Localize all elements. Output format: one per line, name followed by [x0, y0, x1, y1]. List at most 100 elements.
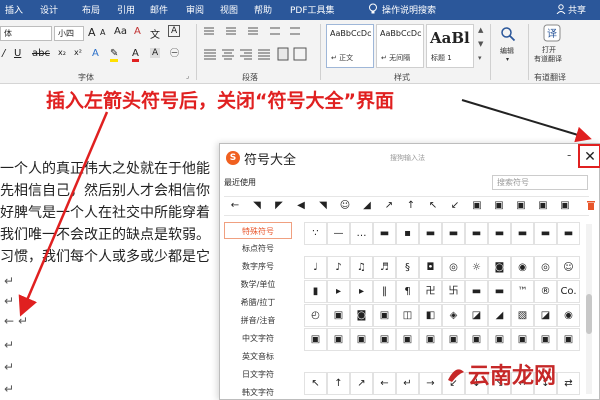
symbol-cell[interactable]: ♬ — [373, 256, 396, 279]
recent-symbol[interactable]: ◀ — [292, 197, 310, 215]
recent-symbol[interactable]: ← — [226, 197, 244, 215]
minimize-button[interactable]: - — [567, 148, 571, 162]
editing-label[interactable]: 编辑 — [500, 46, 514, 56]
symbol-cell[interactable]: ▣ — [350, 328, 373, 351]
symbol-cell[interactable]: ▬ — [465, 280, 488, 303]
recent-symbol[interactable]: ↙ — [446, 197, 464, 215]
highlight-button[interactable]: ✎ — [110, 48, 119, 62]
subscript-button[interactable]: x₂ — [58, 48, 66, 57]
category-item[interactable]: 日文字符 — [224, 366, 292, 383]
symbol-cell[interactable]: ▣ — [534, 328, 557, 351]
symbol-cell[interactable]: ▬ — [419, 222, 442, 245]
symbol-cell[interactable]: § — [396, 256, 419, 279]
search-icon[interactable] — [500, 26, 516, 42]
char-shading-button[interactable]: A — [150, 48, 161, 58]
shrink-font-button[interactable]: A — [100, 28, 105, 37]
symbol-cell[interactable]: 卍 — [419, 280, 442, 303]
dialog-title-bar[interactable]: S 符号大全 搜狗输入法 - ✕ — [220, 144, 599, 172]
font-dialog-launcher-icon[interactable]: ⌟ — [186, 72, 189, 80]
symbol-cell[interactable]: ⇄ — [557, 372, 580, 395]
symbol-cell[interactable]: ▣ — [419, 328, 442, 351]
symbol-search-input[interactable]: 搜索符号 — [492, 175, 588, 190]
symbol-cell[interactable]: ▣ — [396, 328, 419, 351]
symbol-cell[interactable]: ☼ — [465, 256, 488, 279]
scrollbar-thumb[interactable] — [586, 294, 592, 334]
symbol-cell[interactable]: ♪ — [327, 256, 350, 279]
symbol-cell[interactable]: ▬ — [511, 222, 534, 245]
symbol-cell[interactable]: ◪ — [534, 304, 557, 327]
symbol-cell[interactable]: ▣ — [511, 328, 534, 351]
tab-design[interactable]: 设计 — [40, 3, 58, 16]
symbol-cell[interactable]: → — [419, 372, 442, 395]
symbol-cell[interactable]: ▣ — [327, 304, 350, 327]
trash-icon[interactable] — [587, 200, 595, 210]
recent-symbol[interactable]: ◢ — [358, 197, 376, 215]
symbol-cell[interactable]: ™ — [511, 280, 534, 303]
tab-insert[interactable]: 插入 — [5, 3, 23, 16]
tab-help[interactable]: 帮助 — [254, 3, 272, 16]
recent-symbol[interactable]: ◥ — [248, 197, 266, 215]
paragraph-tools-icon[interactable] — [202, 24, 310, 68]
symbol-cell[interactable]: ◎ — [534, 256, 557, 279]
symbol-cell[interactable]: ∵ — [304, 222, 327, 245]
symbol-cell[interactable]: ◘ — [419, 256, 442, 279]
symbol-cell[interactable]: ▣ — [373, 328, 396, 351]
phonetic-guide-button[interactable]: 文 — [150, 26, 160, 41]
symbol-cell[interactable]: ‖ — [373, 280, 396, 303]
symbol-cell[interactable]: ◴ — [304, 304, 327, 327]
symbol-cell[interactable]: ◢ — [488, 304, 511, 327]
font-size-select[interactable]: 小四 — [54, 26, 84, 41]
symbol-cell[interactable]: ▣ — [442, 328, 465, 351]
recent-symbol[interactable]: ◤ — [270, 197, 288, 215]
strikethrough-button[interactable]: abc — [32, 48, 50, 59]
symbol-cell[interactable]: ↖ — [304, 372, 327, 395]
symbol-cell[interactable]: ◙ — [350, 304, 373, 327]
symbol-cell[interactable]: ← — [373, 372, 396, 395]
share-button[interactable]: 共享 — [568, 3, 586, 16]
symbol-cell[interactable]: ↑ — [327, 372, 350, 395]
tab-references[interactable]: 引用 — [117, 3, 135, 16]
underline-button[interactable]: U — [14, 48, 21, 59]
italic-button[interactable]: / — [2, 48, 5, 59]
symbol-cell[interactable]: ▮ — [304, 280, 327, 303]
symbol-cell[interactable]: ▸ — [327, 280, 350, 303]
category-item[interactable]: 拼音/注音 — [224, 312, 292, 329]
symbol-cell[interactable]: ▣ — [304, 328, 327, 351]
symbol-cell[interactable]: ▣ — [488, 328, 511, 351]
symbol-cell[interactable]: 卐 — [442, 280, 465, 303]
symbol-cell[interactable]: ♫ — [350, 256, 373, 279]
symbol-cell[interactable]: ◙ — [488, 256, 511, 279]
style-no-spacing[interactable]: AaBbCcDc ↵ 无间隔 — [376, 24, 424, 68]
symbol-cell[interactable]: ▬ — [488, 280, 511, 303]
symbol-cell[interactable]: ◪ — [465, 304, 488, 327]
symbol-cell[interactable]: ↗ — [350, 372, 373, 395]
recent-symbol[interactable]: ↑ — [402, 197, 420, 215]
symbol-cell[interactable]: ¶ — [396, 280, 419, 303]
category-item[interactable]: 英文音标 — [224, 348, 292, 365]
font-name-select[interactable]: 体 — [0, 26, 52, 41]
category-item[interactable]: 数学/单位 — [224, 276, 292, 293]
clear-format-button[interactable]: A — [134, 26, 141, 37]
grow-font-button[interactable]: A — [88, 26, 96, 39]
close-button[interactable]: ✕ — [580, 147, 599, 167]
tab-review[interactable]: 审阅 — [186, 3, 204, 16]
symbol-cell[interactable]: ◉ — [511, 256, 534, 279]
category-item[interactable]: 韩文字符 — [224, 384, 292, 399]
symbol-cell[interactable]: — — [327, 222, 350, 245]
enclose-char-button[interactable]: A — [168, 25, 181, 37]
recent-symbol[interactable]: ▣ — [468, 197, 486, 215]
symbol-cell[interactable]: ▬ — [465, 222, 488, 245]
symbol-cell[interactable]: ♩ — [304, 256, 327, 279]
symbol-cell[interactable]: ® — [534, 280, 557, 303]
styles-scroll-down-icon[interactable]: ▼ — [478, 40, 483, 48]
tab-pdf-tools[interactable]: PDF工具集 — [290, 3, 335, 16]
symbol-cell[interactable]: ◈ — [442, 304, 465, 327]
enclose-button[interactable]: ㊀ — [170, 46, 179, 59]
style-normal[interactable]: AaBbCcDc ↵ 正文 — [326, 24, 374, 68]
symbol-cell[interactable]: ▬ — [442, 222, 465, 245]
recent-symbol[interactable]: ☺ — [336, 197, 354, 215]
symbol-cell[interactable]: ▬ — [373, 222, 396, 245]
category-item[interactable]: 希腊/拉丁 — [224, 294, 292, 311]
symbol-cell[interactable]: ▣ — [465, 328, 488, 351]
symbol-cell[interactable]: … — [350, 222, 373, 245]
